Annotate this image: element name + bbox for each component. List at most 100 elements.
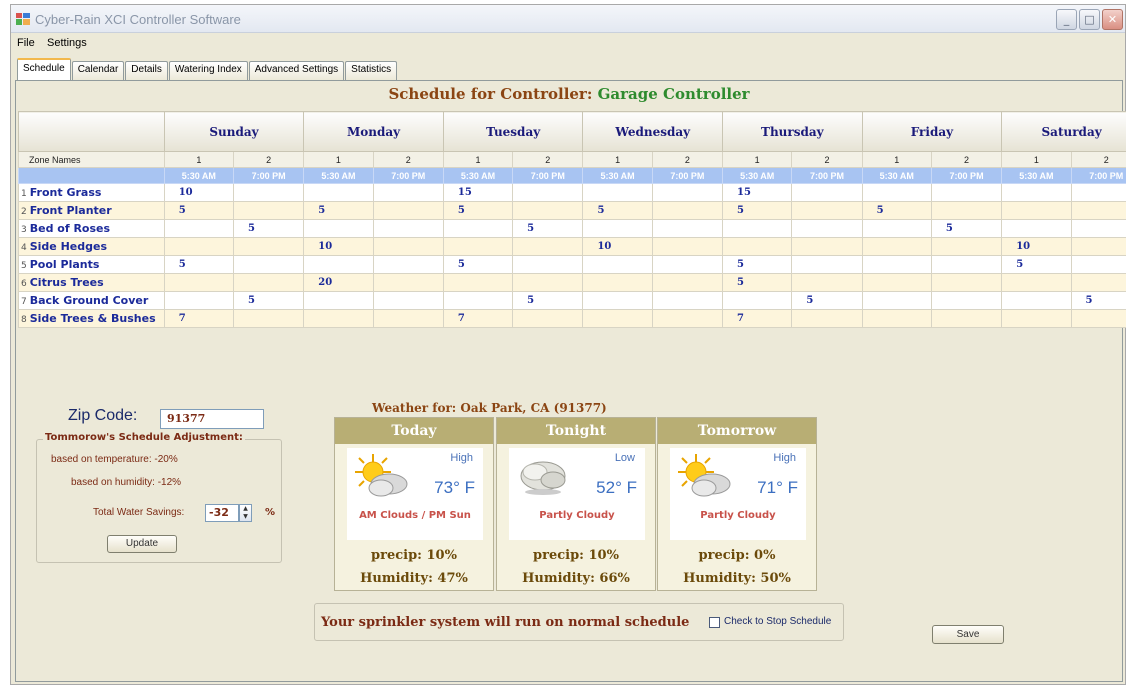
- watering-minutes-cell[interactable]: [1001, 201, 1072, 220]
- watering-minutes-cell[interactable]: 5: [791, 291, 863, 310]
- watering-minutes-cell[interactable]: 15: [722, 183, 793, 202]
- watering-minutes-cell[interactable]: 7: [442, 309, 514, 328]
- zone-name-cell[interactable]: 2 Front Planter: [18, 201, 165, 220]
- watering-minutes-cell[interactable]: 10: [303, 237, 374, 256]
- tab-calendar[interactable]: Calendar: [71, 61, 125, 80]
- watering-minutes-cell[interactable]: [861, 309, 932, 328]
- watering-minutes-cell[interactable]: [651, 201, 724, 220]
- watering-minutes-cell[interactable]: [232, 255, 305, 274]
- zone-name-cell[interactable]: 1 Front Grass: [18, 183, 165, 202]
- watering-minutes-cell[interactable]: [861, 183, 932, 202]
- watering-minutes-cell[interactable]: [1070, 201, 1126, 220]
- start-time[interactable]: 7:00 PM: [651, 167, 724, 184]
- watering-minutes-cell[interactable]: [442, 273, 514, 292]
- watering-minutes-cell[interactable]: [232, 309, 305, 328]
- watering-minutes-cell[interactable]: [303, 291, 374, 310]
- close-button[interactable]: ✕: [1102, 9, 1123, 30]
- minimize-button[interactable]: _: [1056, 9, 1077, 30]
- watering-minutes-cell[interactable]: 5: [442, 201, 514, 220]
- watering-minutes-cell[interactable]: [372, 255, 444, 274]
- tab-watering-index[interactable]: Watering Index: [168, 61, 248, 80]
- watering-minutes-cell[interactable]: [930, 255, 1003, 274]
- watering-minutes-cell[interactable]: 5: [512, 291, 584, 310]
- watering-minutes-cell[interactable]: [372, 273, 444, 292]
- watering-minutes-cell[interactable]: [303, 219, 374, 238]
- watering-minutes-cell[interactable]: [372, 291, 444, 310]
- watering-minutes-cell[interactable]: [651, 219, 724, 238]
- watering-minutes-cell[interactable]: [1070, 183, 1126, 202]
- watering-minutes-cell[interactable]: 5: [1070, 291, 1126, 310]
- watering-minutes-cell[interactable]: [1070, 255, 1126, 274]
- watering-minutes-cell[interactable]: [861, 291, 932, 310]
- watering-minutes-cell[interactable]: 5: [163, 255, 234, 274]
- zone-name-cell[interactable]: 5 Pool Plants: [18, 255, 165, 274]
- watering-minutes-cell[interactable]: 5: [930, 219, 1003, 238]
- tab-advanced-settings[interactable]: Advanced Settings: [248, 61, 345, 80]
- watering-minutes-cell[interactable]: 7: [722, 309, 793, 328]
- watering-minutes-cell[interactable]: [232, 183, 305, 202]
- watering-minutes-cell[interactable]: 20: [303, 273, 374, 292]
- watering-minutes-cell[interactable]: [722, 219, 793, 238]
- start-time[interactable]: 7:00 PM: [1070, 167, 1126, 184]
- watering-minutes-cell[interactable]: [442, 237, 514, 256]
- watering-minutes-cell[interactable]: [651, 255, 724, 274]
- update-button[interactable]: Update: [107, 535, 177, 553]
- zone-name-cell[interactable]: 6 Citrus Trees: [18, 273, 165, 292]
- start-time[interactable]: 5:30 AM: [163, 167, 234, 184]
- start-time[interactable]: 5:30 AM: [303, 167, 374, 184]
- watering-minutes-cell[interactable]: [1070, 273, 1126, 292]
- start-time[interactable]: 7:00 PM: [791, 167, 863, 184]
- zone-name-cell[interactable]: 7 Back Ground Cover: [18, 291, 165, 310]
- start-time[interactable]: 5:30 AM: [1001, 167, 1072, 184]
- watering-minutes-cell[interactable]: [372, 219, 444, 238]
- water-savings-input[interactable]: -32: [205, 504, 239, 522]
- watering-minutes-cell[interactable]: [303, 255, 374, 274]
- watering-minutes-cell[interactable]: [651, 237, 724, 256]
- watering-minutes-cell[interactable]: [1070, 309, 1126, 328]
- start-time[interactable]: 5:30 AM: [442, 167, 514, 184]
- watering-minutes-cell[interactable]: [930, 291, 1003, 310]
- watering-minutes-cell[interactable]: [512, 273, 584, 292]
- watering-minutes-cell[interactable]: [1070, 237, 1126, 256]
- watering-minutes-cell[interactable]: 5: [582, 201, 653, 220]
- watering-minutes-cell[interactable]: [512, 309, 584, 328]
- watering-minutes-cell[interactable]: [861, 237, 932, 256]
- start-time[interactable]: 7:00 PM: [512, 167, 584, 184]
- watering-minutes-cell[interactable]: [1001, 183, 1072, 202]
- watering-minutes-cell[interactable]: [791, 237, 863, 256]
- watering-minutes-cell[interactable]: 10: [582, 237, 653, 256]
- watering-minutes-cell[interactable]: 5: [722, 201, 793, 220]
- watering-minutes-cell[interactable]: [163, 237, 234, 256]
- watering-minutes-cell[interactable]: [372, 183, 444, 202]
- watering-minutes-cell[interactable]: [651, 309, 724, 328]
- watering-minutes-cell[interactable]: [791, 219, 863, 238]
- watering-minutes-cell[interactable]: 5: [232, 291, 305, 310]
- watering-minutes-cell[interactable]: [651, 183, 724, 202]
- start-time[interactable]: 7:00 PM: [372, 167, 444, 184]
- watering-minutes-cell[interactable]: [791, 183, 863, 202]
- watering-minutes-cell[interactable]: [861, 273, 932, 292]
- watering-minutes-cell[interactable]: [930, 183, 1003, 202]
- watering-minutes-cell[interactable]: 5: [442, 255, 514, 274]
- start-time[interactable]: 7:00 PM: [930, 167, 1003, 184]
- savings-spinner[interactable]: ▲ ▼: [239, 504, 252, 522]
- watering-minutes-cell[interactable]: [861, 219, 932, 238]
- watering-minutes-cell[interactable]: [582, 291, 653, 310]
- watering-minutes-cell[interactable]: 5: [861, 201, 932, 220]
- watering-minutes-cell[interactable]: [651, 291, 724, 310]
- maximize-button[interactable]: □: [1079, 9, 1100, 30]
- watering-minutes-cell[interactable]: [791, 273, 863, 292]
- watering-minutes-cell[interactable]: 10: [1001, 237, 1072, 256]
- watering-minutes-cell[interactable]: 5: [512, 219, 584, 238]
- watering-minutes-cell[interactable]: 5: [1001, 255, 1072, 274]
- zone-name-cell[interactable]: 8 Side Trees & Bushes: [18, 309, 165, 328]
- watering-minutes-cell[interactable]: 5: [303, 201, 374, 220]
- save-button[interactable]: Save: [932, 625, 1004, 644]
- tab-statistics[interactable]: Statistics: [345, 61, 398, 80]
- watering-minutes-cell[interactable]: [303, 183, 374, 202]
- start-time[interactable]: 5:30 AM: [582, 167, 653, 184]
- tab-schedule[interactable]: Schedule: [17, 58, 71, 80]
- watering-minutes-cell[interactable]: 5: [232, 219, 305, 238]
- watering-minutes-cell[interactable]: [232, 237, 305, 256]
- zone-name-cell[interactable]: 3 Bed of Roses: [18, 219, 165, 238]
